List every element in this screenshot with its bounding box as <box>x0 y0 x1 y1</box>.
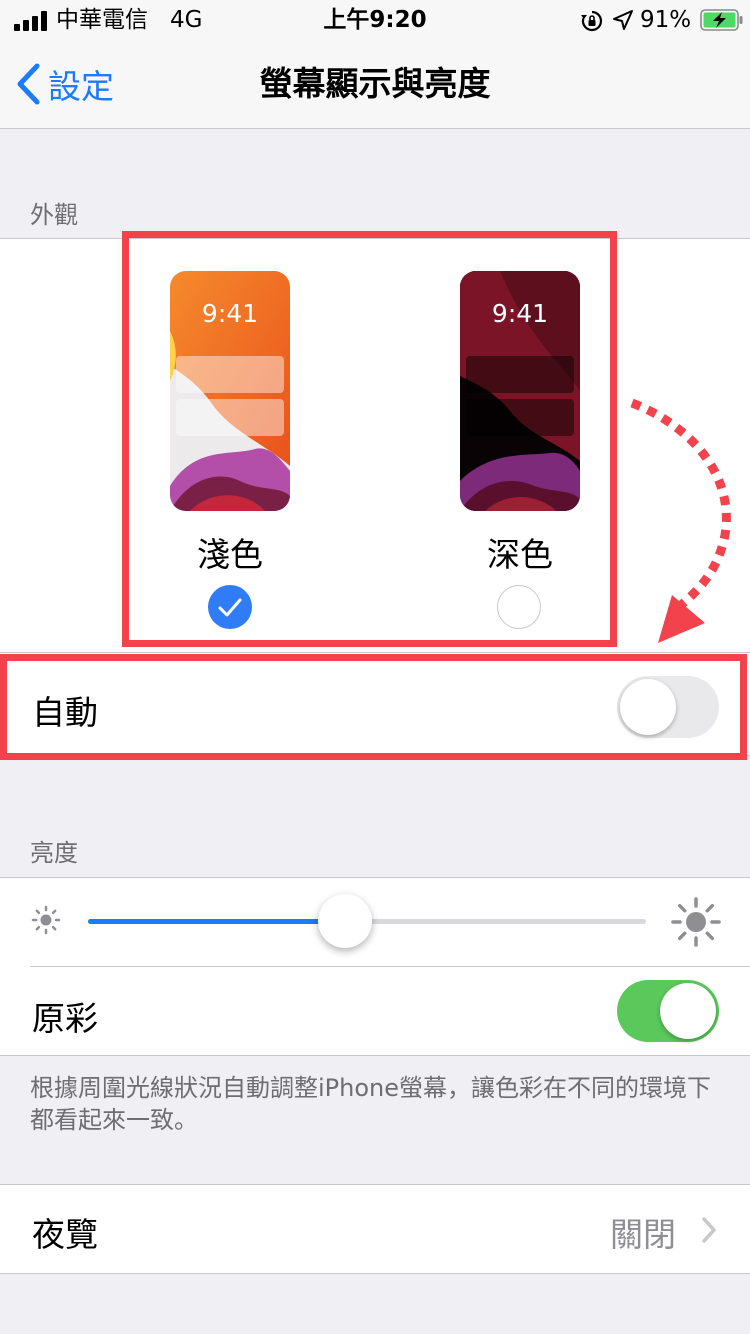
battery-percent: 91% <box>640 7 692 33</box>
brightness-low-icon <box>31 905 61 935</box>
slider-thumb[interactable] <box>317 894 372 948</box>
orientation-lock-icon <box>581 10 603 32</box>
toggle-knob <box>660 983 716 1039</box>
true-tone-description: 根據周圍光線狀況自動調整iPhone螢幕，讓色彩在不同的環境下都看起來一致。 <box>30 1074 712 1134</box>
chevron-right-icon <box>702 1217 716 1243</box>
status-time: 上午9:20 <box>323 7 427 33</box>
night-shift-value: 關閉 <box>610 1215 676 1254</box>
night-shift-label: 夜覽 <box>32 1215 98 1254</box>
page-title: 螢幕顯示與亮度 <box>259 64 491 103</box>
true-tone-label: 原彩 <box>32 999 98 1038</box>
brightness-section-header: 亮度 <box>30 839 78 867</box>
divider <box>0 1055 750 1056</box>
appearance-section-header: 外觀 <box>30 201 78 229</box>
brightness-slider[interactable] <box>88 894 646 950</box>
annotation-box-auto <box>0 654 747 760</box>
divider <box>30 966 750 967</box>
annotation-arrow-icon <box>630 398 731 643</box>
brightness-high-icon <box>671 897 721 947</box>
divider <box>0 1273 750 1274</box>
true-tone-toggle[interactable] <box>617 980 719 1042</box>
slider-fill <box>88 919 345 924</box>
battery-charging-icon <box>700 9 743 31</box>
location-arrow-icon <box>613 10 633 30</box>
annotation-box-appearance <box>122 231 617 647</box>
